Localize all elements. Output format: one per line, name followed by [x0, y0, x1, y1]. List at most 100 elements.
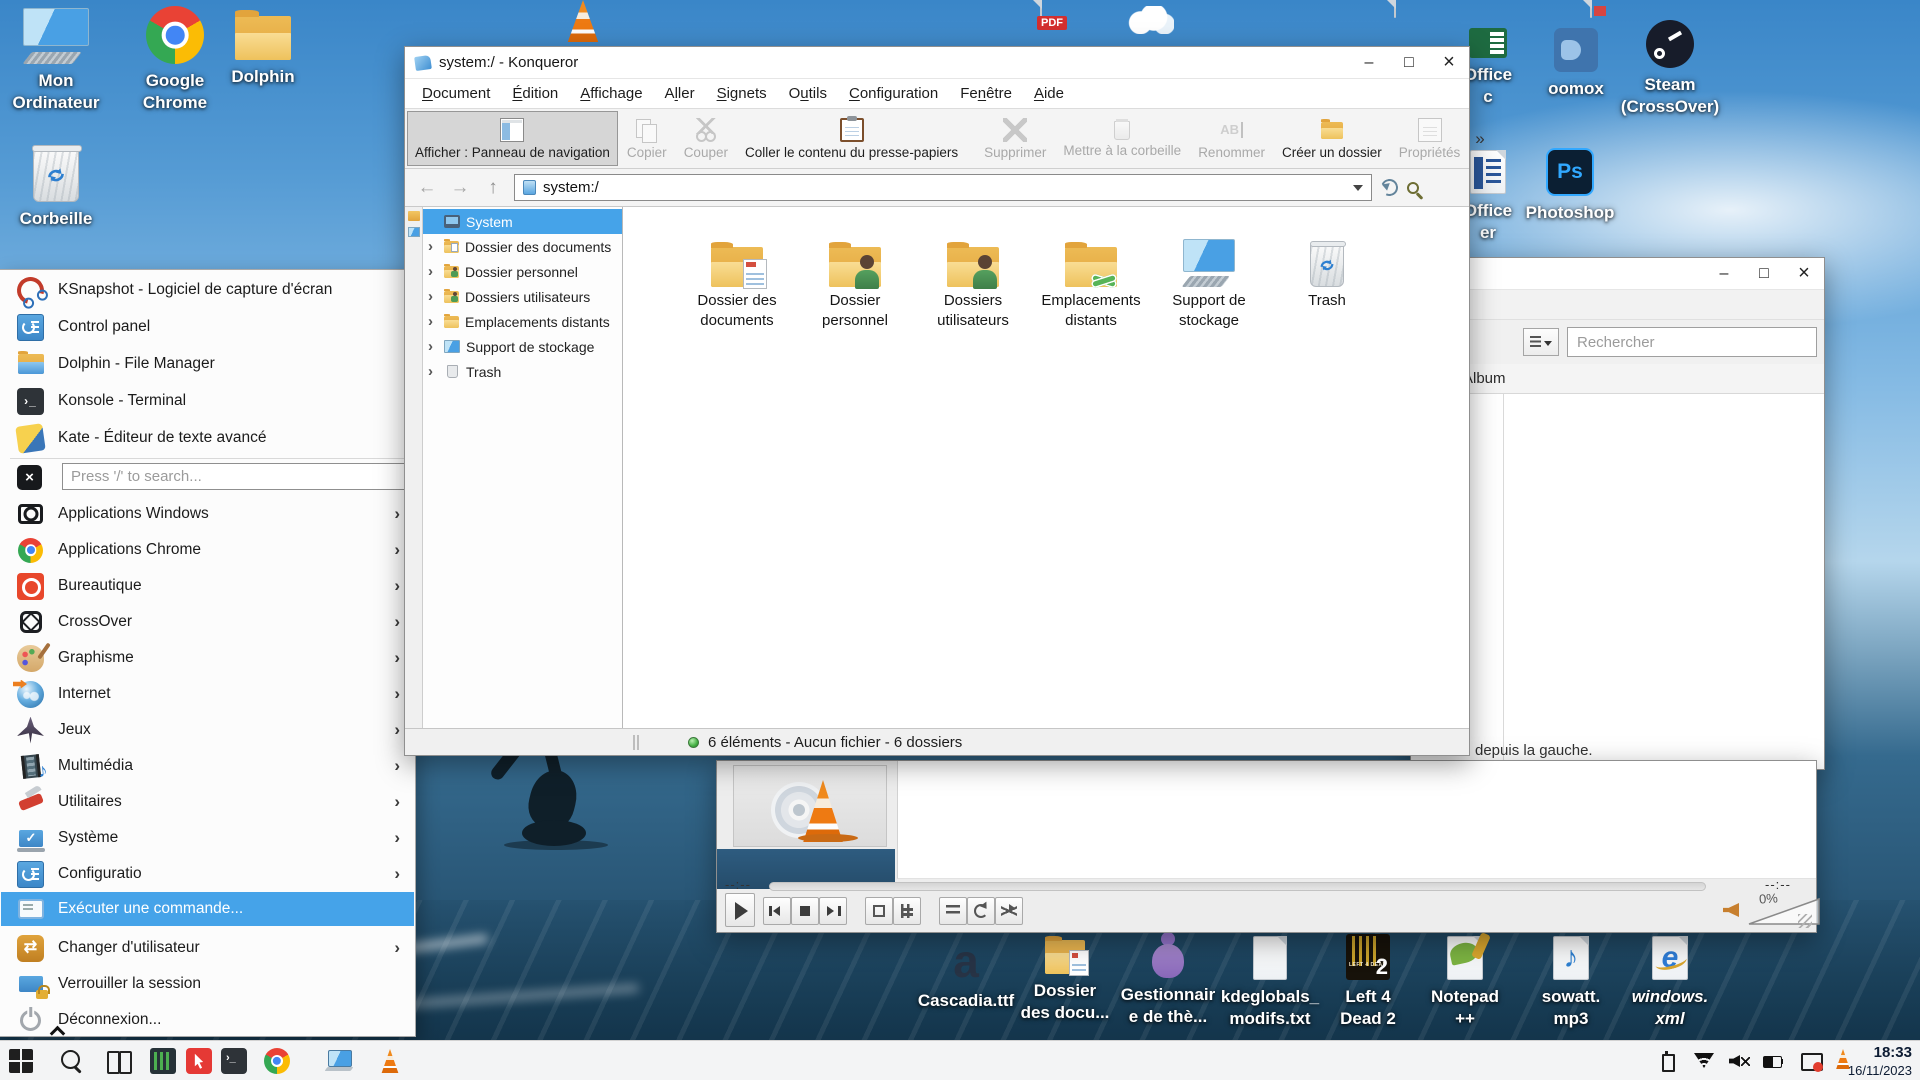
- kmenu-item-konsole[interactable]: Konsole - Terminal: [1, 383, 414, 419]
- kmenu-lock-session[interactable]: Verrouiller la session: [1, 966, 414, 1002]
- cloud-icon[interactable]: [1126, 6, 1174, 34]
- next-button[interactable]: [819, 897, 847, 925]
- kmenu-cat-configuration[interactable]: Configuratio›: [1, 856, 414, 892]
- konsole-taskbar-icon[interactable]: [221, 1048, 247, 1074]
- menu-affichage[interactable]: Affichage: [569, 85, 653, 102]
- kmenu-item-control-panel[interactable]: Control panel: [1, 309, 414, 345]
- shortcut-dossier-documents[interactable]: Dossier des docu...: [1015, 940, 1115, 1024]
- toolbar-copy-button[interactable]: Copier: [619, 111, 675, 166]
- loop-button[interactable]: [967, 897, 995, 925]
- toolbar-properties-button[interactable]: Propriétés: [1391, 111, 1469, 166]
- file-fragment-icon[interactable]: [1590, 0, 1592, 18]
- playlist-button[interactable]: [939, 897, 967, 925]
- tree-item-distants[interactable]: ›Emplacements distants: [423, 309, 622, 334]
- kmenu-cat-jeux[interactable]: Jeux›: [1, 712, 414, 748]
- tree-item-stockage[interactable]: ›Support de stockage: [423, 334, 622, 359]
- location-combobox[interactable]: system:/: [514, 174, 1372, 201]
- file-dossier-des-documents[interactable]: Dossier des documents: [681, 231, 793, 330]
- system-monitor-icon[interactable]: [150, 1048, 176, 1074]
- start-button[interactable]: [8, 1048, 34, 1074]
- menu-aide[interactable]: Aide: [1023, 85, 1075, 102]
- clock[interactable]: 18:33 16/11/2023: [1848, 1044, 1912, 1079]
- file-support-stockage[interactable]: Support de stockage: [1153, 231, 1265, 330]
- statusbar-grip[interactable]: [633, 735, 640, 750]
- previous-button[interactable]: [763, 897, 791, 925]
- kmenu-cat-internet[interactable]: Internet›: [1, 676, 414, 712]
- tree-item-trash[interactable]: ›Trash: [423, 359, 622, 384]
- kmenu-cat-utilitaires[interactable]: Utilitaires›: [1, 784, 414, 820]
- tree-item-documents[interactable]: ›Dossier des documents: [423, 234, 622, 259]
- display-notify-tray-icon[interactable]: [1800, 1051, 1822, 1071]
- file-dossiers-utilisateurs[interactable]: Dossiers utilisateurs: [917, 231, 1029, 330]
- shortcut-mon-ordinateur[interactable]: Mon Ordinateur: [0, 8, 112, 114]
- computer-taskbar-icon[interactable]: [326, 1048, 352, 1074]
- view-options-button[interactable]: [1523, 328, 1559, 356]
- file-emplacements-distants[interactable]: Emplacements distants: [1035, 231, 1147, 330]
- toolbar-trash-button[interactable]: Mettre à la corbeille: [1055, 111, 1189, 166]
- vlc-taskbar-icon[interactable]: [379, 1048, 405, 1074]
- speaker-icon[interactable]: [1723, 903, 1739, 917]
- toolbar-nav-panel-button[interactable]: Afficher : Panneau de navigation: [407, 111, 618, 166]
- chevron-down-icon[interactable]: [1353, 185, 1363, 196]
- equalizer-button[interactable]: [893, 897, 921, 925]
- menu-document[interactable]: Document: [411, 85, 501, 102]
- toolbar-delete-button[interactable]: Supprimer: [976, 111, 1054, 166]
- kmenu-cat-graphisme[interactable]: Graphisme›: [1, 640, 414, 676]
- tree-item-system[interactable]: System: [423, 209, 622, 234]
- kmenu-item-kate[interactable]: Kate - Éditeur de texte avancé: [1, 420, 414, 456]
- shortcut-left4dead2[interactable]: LEFT 4 DEAD 2 Left 4 Dead 2: [1318, 934, 1418, 1030]
- file-dossier-personnel[interactable]: Dossier personnel: [799, 231, 911, 330]
- sidebar-tab-folder-icon[interactable]: [408, 211, 420, 221]
- forward-icon[interactable]: →: [448, 177, 472, 199]
- photo-search-input[interactable]: [1567, 327, 1817, 357]
- shortcut-photoshop[interactable]: Ps Photoshop: [1500, 148, 1640, 224]
- volume-muted-tray-icon[interactable]: [1729, 1051, 1751, 1071]
- minimize-button[interactable]: –: [1704, 259, 1744, 289]
- menu-fenetre[interactable]: Fenêtre: [949, 85, 1023, 102]
- seek-bar[interactable]: [769, 882, 1706, 891]
- shuffle-button[interactable]: [995, 897, 1023, 925]
- wifi-tray-icon[interactable]: [1694, 1053, 1714, 1068]
- fullscreen-button[interactable]: [865, 897, 893, 925]
- usb-tray-icon[interactable]: [1656, 1051, 1678, 1071]
- file-trash[interactable]: Trash: [1271, 231, 1383, 311]
- pointer-app-icon[interactable]: [186, 1048, 212, 1074]
- close-button[interactable]: ×: [1429, 48, 1469, 78]
- toolbar-paste-button[interactable]: Coller le contenu du presse-papiers: [737, 111, 966, 166]
- kmenu-item-ksnapshot[interactable]: KSnapshot - Logiciel de capture d'écran: [1, 272, 414, 308]
- toolbar-rename-button[interactable]: ABRenommer: [1190, 111, 1273, 166]
- kmenu-cat-applications-windows[interactable]: Applications Windows›: [1, 496, 414, 532]
- shortcut-steam-crossover[interactable]: Steam (CrossOver): [1600, 20, 1740, 118]
- kmenu-item-dolphin[interactable]: Dolphin - File Manager: [1, 346, 414, 382]
- kmenu-cat-systeme[interactable]: Système›: [1, 820, 414, 856]
- minimize-button[interactable]: –: [1349, 48, 1389, 78]
- back-icon[interactable]: ←: [415, 177, 439, 199]
- shortcut-dolphin[interactable]: Dolphin: [206, 16, 320, 88]
- shortcut-cascadia-ttf[interactable]: a Cascadia.ttf: [916, 938, 1016, 1012]
- kmenu-cat-crossover[interactable]: CrossOver›: [1, 604, 414, 640]
- menu-aller[interactable]: Aller: [654, 85, 706, 102]
- menu-configuration[interactable]: Configuration: [838, 85, 949, 102]
- toolbar-overflow-chevron[interactable]: »: [1469, 129, 1490, 149]
- tree-item-utilisateurs[interactable]: ›Dossiers utilisateurs: [423, 284, 622, 309]
- up-icon[interactable]: ↑: [481, 177, 505, 199]
- kmenu-cat-multimedia[interactable]: Multimédia›: [1, 748, 414, 784]
- pdf-file-icon[interactable]: PDF: [1040, 0, 1042, 18]
- refresh-icon[interactable]: [1379, 177, 1401, 199]
- toolbar-cut-button[interactable]: Couper: [676, 111, 736, 166]
- chrome-taskbar-icon[interactable]: [264, 1048, 290, 1074]
- battery-tray-icon[interactable]: [1762, 1051, 1784, 1071]
- konqueror-titlebar[interactable]: system:/ - Konqueror – □ ×: [405, 47, 1469, 79]
- menu-signets[interactable]: Signets: [706, 85, 778, 102]
- sidebar-tab-home-icon[interactable]: [408, 227, 420, 237]
- kmenu-search-input[interactable]: [62, 463, 406, 490]
- stop-button[interactable]: [791, 897, 819, 925]
- taskbar-search-icon[interactable]: [59, 1048, 85, 1074]
- play-button[interactable]: [725, 893, 755, 927]
- shortcut-gestionnaire-themes[interactable]: Gestionnair e de thè...: [1116, 932, 1220, 1028]
- shortcut-kdeglobals-txt[interactable]: kdeglobals_ modifs.txt: [1218, 936, 1322, 1030]
- kmenu-cat-bureautique[interactable]: Bureautique›: [1, 568, 414, 604]
- shortcut-notepadpp[interactable]: Notepad ++: [1415, 936, 1515, 1030]
- close-button[interactable]: ×: [1784, 259, 1824, 289]
- vlc-cone-fragment-icon[interactable]: [563, 0, 603, 42]
